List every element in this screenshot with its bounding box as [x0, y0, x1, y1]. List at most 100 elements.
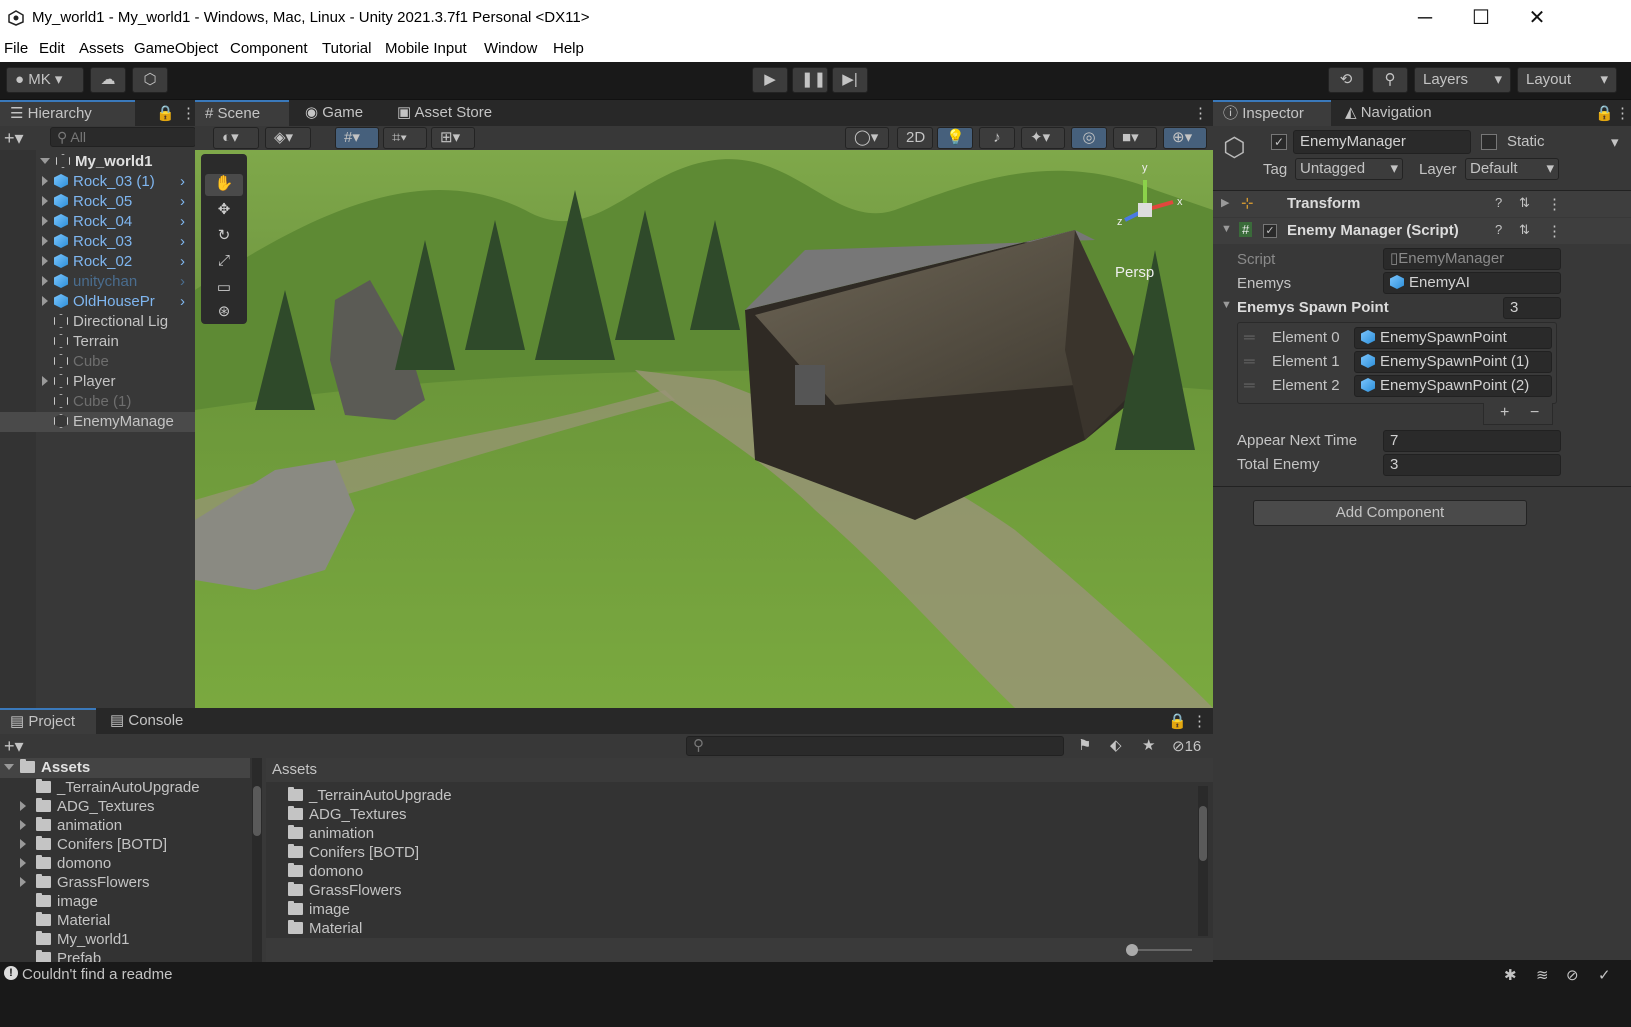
script-component-header[interactable]: ▼ # ✓ Enemy Manager (Script) ? ⇅ ⋮ [1213, 218, 1631, 244]
lock-icon[interactable]: 🔒 [1595, 104, 1614, 122]
tree-folder[interactable]: ADG_Textures [0, 797, 250, 816]
add-component-button[interactable]: Add Component [1253, 500, 1527, 526]
collapse-icon[interactable]: ▼ [1221, 299, 1232, 311]
check-icon[interactable]: ✓ [1598, 966, 1611, 984]
file-item[interactable]: _TerrainAutoUpgrade [288, 786, 452, 805]
scrollbar-thumb[interactable] [253, 786, 261, 836]
element-object-field[interactable]: EnemySpawnPoint [1354, 327, 1552, 349]
axis-gizmo[interactable]: y x z [1105, 162, 1185, 250]
expand-icon[interactable] [20, 801, 26, 811]
expand-area[interactable] [0, 192, 54, 212]
hierarchy-item[interactable]: Rock_03 › [0, 232, 200, 252]
tree-folder[interactable]: My_world1 [0, 930, 250, 949]
rotate-tool-icon[interactable]: ↻ [205, 226, 243, 248]
filter-label-icon[interactable]: ⬖ [1110, 736, 1122, 754]
transform-tool-icon[interactable]: ⊛ [205, 302, 243, 322]
drag-handle-icon[interactable]: ═ [1244, 377, 1255, 394]
more-icon[interactable]: ⋮ [1615, 104, 1630, 122]
tree-folder[interactable]: _TerrainAutoUpgrade [0, 778, 250, 797]
expand-icon[interactable] [20, 877, 26, 887]
menu-file[interactable]: File [4, 40, 28, 57]
expand-icon[interactable] [42, 196, 48, 206]
spawn-point-element[interactable]: ═ Element 1 EnemySpawnPoint (1) [1238, 351, 1556, 373]
ruler-button[interactable]: ⊞▾ [431, 127, 475, 149]
chevron-down-icon[interactable]: ▾ [1611, 133, 1619, 151]
snap-increment-button[interactable]: ⌗▾ [383, 127, 427, 149]
layers-dropdown[interactable]: Layers ▾ [1414, 67, 1511, 93]
expand-icon[interactable] [20, 820, 26, 830]
active-checkbox[interactable]: ✓ [1271, 134, 1287, 150]
assets-root[interactable]: Assets [0, 758, 250, 778]
preset-icon[interactable]: ⇅ [1519, 195, 1530, 211]
hierarchy-item[interactable]: Rock_02 › [0, 252, 200, 272]
render-mode-dropdown[interactable]: ◈▾ [265, 127, 311, 149]
tab-scene[interactable]: # Scene [195, 100, 289, 126]
search-button[interactable]: ⚲ [1372, 67, 1408, 93]
more-icon[interactable]: ⋮ [1547, 195, 1562, 213]
debug-icon[interactable]: ✱ [1504, 966, 1517, 984]
account-dropdown[interactable]: ● MK ▾ [6, 67, 84, 93]
status-message[interactable]: Couldn't find a readme [22, 966, 172, 983]
expand-icon[interactable] [42, 376, 48, 386]
collab-button[interactable]: ⬡ [132, 67, 168, 93]
tab-navigation[interactable]: ◭ Navigation [1335, 100, 1442, 126]
drag-handle-icon[interactable]: ═ [1244, 353, 1255, 370]
layer-dropdown[interactable]: Default ▾ [1465, 158, 1559, 180]
expand-area[interactable] [0, 172, 54, 192]
appear-next-time-input[interactable]: 7 [1383, 430, 1561, 452]
scene-viewport[interactable]: ✋ ✥ ↻ ⤢ ▭ ⊛ y x z Persp [195, 150, 1213, 708]
file-item[interactable]: Conifers [BOTD] [288, 843, 419, 862]
hierarchy-item[interactable]: Directional Lig [0, 312, 200, 332]
camera-dropdown[interactable]: ■▾ [1113, 127, 1157, 149]
tree-folder[interactable]: domono [0, 854, 250, 873]
history-button[interactable]: ⟲ [1328, 67, 1364, 93]
more-icon[interactable]: ⋮ [1193, 104, 1208, 122]
close-button[interactable]: ✕ [1512, 4, 1562, 32]
effects-dropdown[interactable]: ✦▾ [1021, 127, 1065, 149]
element-object-field[interactable]: EnemySpawnPoint (2) [1354, 375, 1552, 397]
hidden-packages-button[interactable]: ⊘16 [1172, 737, 1201, 755]
expand-icon[interactable] [42, 176, 48, 186]
breadcrumb-assets[interactable]: Assets [272, 761, 317, 778]
maximize-button[interactable]: ☐ [1456, 4, 1506, 32]
help-icon[interactable]: ? [1495, 195, 1502, 210]
expand-area[interactable] [0, 797, 32, 816]
hidden-objects-button[interactable]: ◎ [1071, 127, 1107, 149]
filter-type-icon[interactable]: ⚑ [1078, 736, 1091, 754]
draw-mode-dropdown[interactable]: ◐▾ [213, 127, 259, 149]
step-button[interactable]: ▶| [832, 67, 868, 93]
hierarchy-item[interactable]: Rock_05 › [0, 192, 200, 212]
scrollbar-thumb[interactable] [1199, 806, 1207, 861]
tree-folder[interactable]: Conifers [BOTD] [0, 835, 250, 854]
tree-folder[interactable]: animation [0, 816, 250, 835]
add-icon[interactable]: +▾ [4, 128, 24, 149]
favorite-icon[interactable]: ★ [1142, 736, 1155, 754]
more-icon[interactable]: ⋮ [1547, 222, 1562, 240]
chevron-right-icon[interactable]: › [180, 212, 185, 232]
file-item[interactable]: Material [288, 919, 362, 938]
lock-icon[interactable]: 🔒 [156, 104, 175, 122]
file-item[interactable]: ADG_Textures [288, 805, 407, 824]
expand-icon[interactable] [42, 256, 48, 266]
tree-folder[interactable]: GrassFlowers [0, 873, 250, 892]
total-enemy-input[interactable]: 3 [1383, 454, 1561, 476]
tab-inspector[interactable]: ⓘ Inspector [1213, 100, 1331, 126]
expand-area[interactable] [0, 292, 54, 312]
add-element-button[interactable]: + [1500, 404, 1509, 422]
hierarchy-item[interactable]: Rock_04 › [0, 212, 200, 232]
pause-button[interactable]: ❚❚ [792, 67, 828, 93]
expand-icon[interactable] [20, 858, 26, 868]
file-item[interactable]: image [288, 900, 350, 919]
expand-area[interactable] [0, 272, 54, 292]
minimize-button[interactable]: ─ [1400, 4, 1450, 32]
hierarchy-item[interactable]: Player [0, 372, 200, 392]
remove-element-button[interactable]: − [1530, 404, 1539, 422]
project-search-input[interactable]: ⚲ [686, 736, 1064, 756]
element-object-field[interactable]: EnemySpawnPoint (1) [1354, 351, 1552, 373]
menu-help[interactable]: Help [553, 40, 584, 57]
menu-window[interactable]: Window [484, 40, 537, 57]
gizmos-dropdown[interactable]: ⊕▾ [1163, 127, 1207, 149]
menu-gameobject[interactable]: GameObject [134, 40, 218, 57]
menu-assets[interactable]: Assets [79, 40, 124, 57]
expand-icon[interactable] [42, 276, 48, 286]
